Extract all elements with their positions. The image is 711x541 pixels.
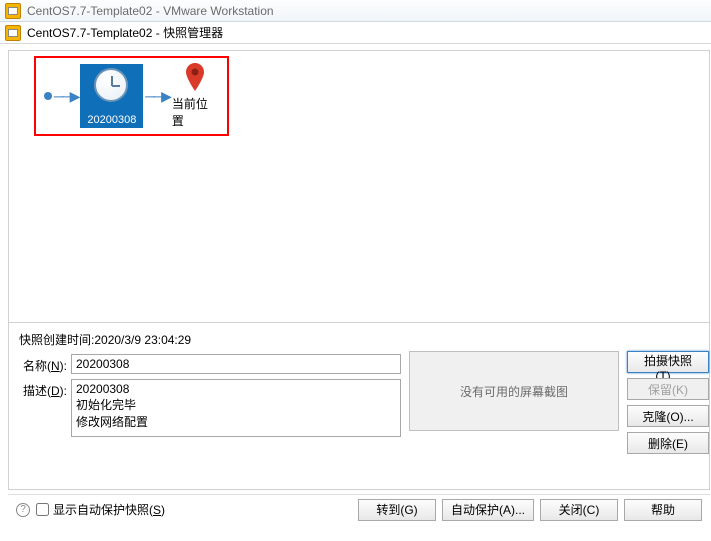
created-time-label: 快照创建时间: [19, 333, 94, 347]
no-screenshot-label: 没有可用的屏幕截图 [460, 383, 568, 400]
goto-button[interactable]: 转到(G) [358, 499, 436, 521]
side-button-group: 拍摄快照(T)... 保留(K) 克隆(O)... 删除(E) [627, 351, 709, 454]
bottom-button-group: 转到(G) 自动保护(A)... 关闭(C) 帮助 [358, 499, 702, 521]
highlight-annotation: ──▶ 20200308 ──▶ 当前位置 [34, 56, 229, 136]
description-label: 描述(D): [19, 379, 67, 399]
info-icon: ? [16, 503, 30, 517]
snapshot-node[interactable]: 20200308 [80, 64, 143, 128]
snapshot-tree-canvas[interactable]: ──▶ 20200308 ──▶ 当前位置 [9, 51, 709, 323]
bottom-bar: ? 显示自动保护快照(S) 转到(G) 自动保护(A)... 关闭(C) 帮助 [8, 494, 710, 524]
snapshot-details: 快照创建时间:2020/3/9 23:04:29 名称(N): 描述(D): 2… [9, 323, 709, 450]
created-time-row: 快照创建时间:2020/3/9 23:04:29 [19, 331, 699, 348]
snapshot-node-label: 20200308 [87, 114, 136, 126]
take-snapshot-button[interactable]: 拍摄快照(T)... [627, 351, 709, 373]
start-node-icon [44, 92, 52, 100]
clock-icon [94, 68, 128, 102]
pin-icon [186, 63, 204, 91]
window-title: CentOS7.7-Template02 - VMware Workstatio… [27, 4, 274, 18]
keep-button: 保留(K) [627, 378, 709, 400]
vmware-icon [5, 25, 21, 41]
autoprotect-button[interactable]: 自动保护(A)... [442, 499, 534, 521]
arrow-icon: ──▶ [145, 88, 170, 105]
created-time-value: 2020/3/9 23:04:29 [94, 333, 191, 347]
checkbox-label: 显示自动保护快照(S) [53, 501, 165, 518]
main-titlebar: CentOS7.7-Template02 - VMware Workstatio… [0, 0, 711, 22]
clone-button[interactable]: 克隆(O)... [627, 405, 709, 427]
sub-window-title: CentOS7.7-Template02 - 快照管理器 [27, 24, 223, 41]
description-input[interactable]: 20200308 初始化完毕 修改网络配置 [71, 379, 401, 437]
name-input[interactable] [71, 354, 401, 374]
current-position-node[interactable]: 当前位置 [172, 63, 219, 129]
sub-window-titlebar: CentOS7.7-Template02 - 快照管理器 [0, 22, 711, 44]
arrow-icon: ──▶ [54, 88, 79, 105]
delete-button[interactable]: 删除(E) [627, 432, 709, 454]
name-label: 名称(N): [19, 354, 67, 374]
current-position-label: 当前位置 [172, 95, 219, 129]
help-button[interactable]: 帮助 [624, 499, 702, 521]
vmware-icon [5, 3, 21, 19]
snapshot-manager-panel: ──▶ 20200308 ──▶ 当前位置 快照创建时间:2020/3/9 23… [8, 50, 710, 490]
show-autoprotect-checkbox[interactable] [36, 503, 49, 516]
screenshot-preview: 没有可用的屏幕截图 [409, 351, 619, 431]
close-button[interactable]: 关闭(C) [540, 499, 618, 521]
show-autoprotect-checkbox-wrap[interactable]: 显示自动保护快照(S) [36, 501, 165, 518]
